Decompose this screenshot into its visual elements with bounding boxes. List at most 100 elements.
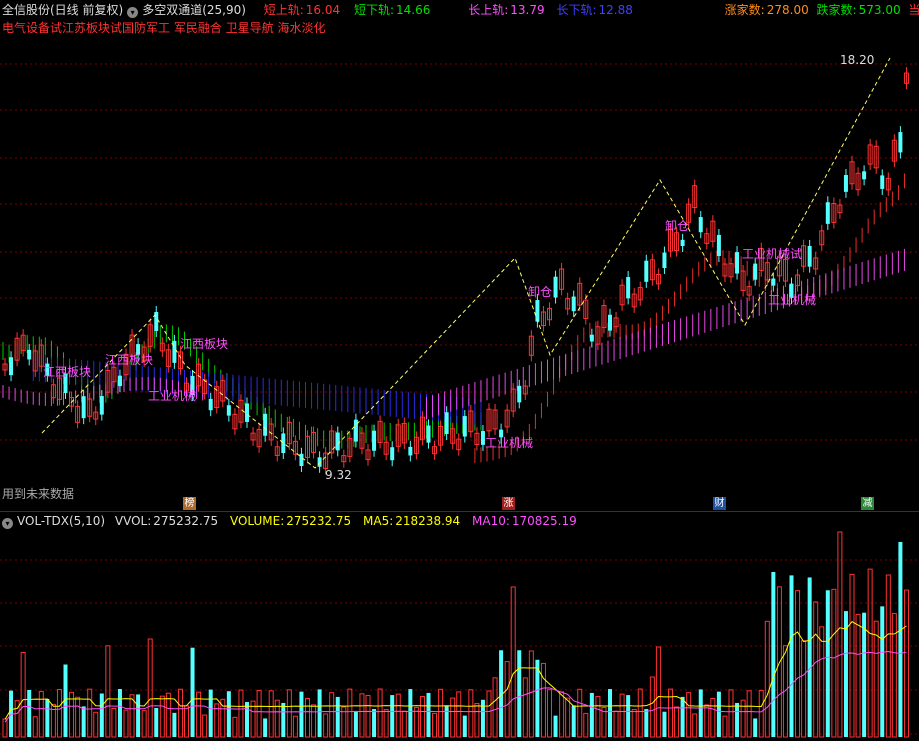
candle-body [408, 446, 413, 456]
price-tag-label: 江西板块 [105, 353, 153, 367]
volume-bar [359, 693, 365, 738]
volume-bar [674, 706, 680, 738]
indicator-name[interactable]: 多空双通道(25,90) [142, 3, 246, 17]
event-marker-4[interactable]: 减 [861, 497, 874, 510]
volume-bar [401, 710, 407, 738]
volume-bar [117, 689, 122, 737]
volume-bar [613, 710, 619, 738]
volume-bar [504, 661, 510, 738]
candle-body [862, 171, 867, 180]
candle-body [698, 217, 703, 233]
volume-bar [528, 650, 534, 738]
price-tag-label: 卸仓 [665, 218, 689, 233]
volume-bar [522, 677, 528, 738]
candle-body [299, 453, 304, 466]
candle-body [608, 314, 612, 331]
volume-bar [637, 688, 643, 738]
volume-bar [105, 645, 111, 738]
volume-bar [855, 613, 861, 738]
volume-bar [177, 688, 183, 738]
candle-body [680, 239, 685, 247]
volume-bar [535, 659, 540, 737]
volume-bar [245, 702, 249, 737]
volume-bar [329, 692, 335, 738]
volume-bar [111, 708, 117, 738]
short-lower-value: 14.66 [396, 3, 431, 17]
volume-indicator-name[interactable]: VOL-TDX(5,10) [17, 514, 105, 528]
volume-bar [38, 690, 44, 738]
volume-bar [825, 590, 830, 737]
volume-bar [885, 574, 891, 738]
volume-bar [710, 697, 716, 738]
volume-bar [377, 688, 383, 738]
daily-label: 当日冷◇ [908, 3, 919, 17]
volume-bar [704, 704, 710, 738]
volume-bar [728, 689, 734, 738]
candle-body [263, 413, 268, 436]
volume-bar [413, 706, 419, 738]
volume-bar [299, 691, 304, 737]
chevron-down-icon[interactable]: ▾ [127, 7, 139, 18]
stock-title[interactable]: 全信股份(日线 前复权) [2, 3, 123, 17]
volume-value: 275232.75 [286, 514, 352, 528]
volume-bar [807, 577, 812, 737]
volume-bar [626, 695, 631, 737]
volume-bar [764, 620, 770, 738]
volume-bar [891, 613, 897, 738]
event-marker-1[interactable]: 榜 [183, 497, 196, 510]
volume-bar [486, 690, 492, 738]
volume-header: ▾ VOL-TDX(5,10) VVOL: 275232.75 VOLUME: 275… [2, 514, 581, 529]
volume-bar [547, 689, 552, 738]
price-tag-label: 工业机械试 [742, 246, 802, 261]
volume-bar [456, 691, 462, 738]
volume-bar [395, 693, 401, 738]
ma10-value: 170825.19 [511, 514, 577, 528]
volume-bar [662, 711, 667, 737]
volume-bar [208, 689, 213, 737]
channel-layer [2, 173, 905, 464]
event-marker-2[interactable]: 涨 [502, 497, 515, 510]
ma10-line [4, 650, 907, 723]
volume-bar [510, 586, 516, 738]
ma5-value: 218238.94 [395, 514, 461, 528]
volume-bar [81, 706, 86, 737]
volume-bar [56, 688, 62, 738]
volume-bar [540, 662, 546, 738]
candle-body [553, 276, 558, 298]
candle-body [372, 430, 377, 451]
ma10-label: MA10: [472, 514, 510, 528]
volume-bar [432, 712, 438, 738]
volume-bar [849, 573, 855, 738]
vvol-label: VVOL: [114, 514, 152, 528]
candle-body [735, 252, 740, 274]
volume-bar [589, 692, 594, 737]
volume-bar [843, 611, 848, 737]
volume-bar [165, 692, 171, 738]
volume-bar [898, 542, 903, 737]
volume-bar [753, 718, 758, 737]
volume-bar [238, 689, 244, 738]
volume-bar [190, 647, 195, 737]
volume-bar [619, 693, 625, 738]
volume-bar [305, 698, 310, 738]
volume-bar [474, 702, 480, 738]
up-count-value: 278.00 [766, 3, 809, 17]
volume-bar [480, 699, 485, 737]
event-marker-3[interactable]: 财 [713, 497, 726, 510]
short-upper-value: 16.04 [305, 3, 341, 17]
chevron-down-icon[interactable]: ▾ [2, 518, 13, 529]
kline-chart[interactable]: 18.209.32江西板块江西板块江西板块工业机械工业机械卸仓卸仓工业机械试工业… [0, 0, 919, 741]
volume-bar [595, 696, 601, 738]
candle-body [589, 334, 594, 342]
volume-bar [903, 589, 909, 738]
volume-bar [383, 709, 389, 738]
volume-bar [862, 612, 867, 737]
volume-bar [390, 695, 395, 737]
candle-body [571, 296, 576, 312]
volume-bar [311, 704, 317, 738]
volume-bar [758, 689, 764, 738]
volume-bar [353, 711, 358, 737]
price-tag-label: 卸仓 [528, 284, 552, 299]
volume-bar [317, 689, 322, 737]
candle-body [626, 277, 631, 299]
